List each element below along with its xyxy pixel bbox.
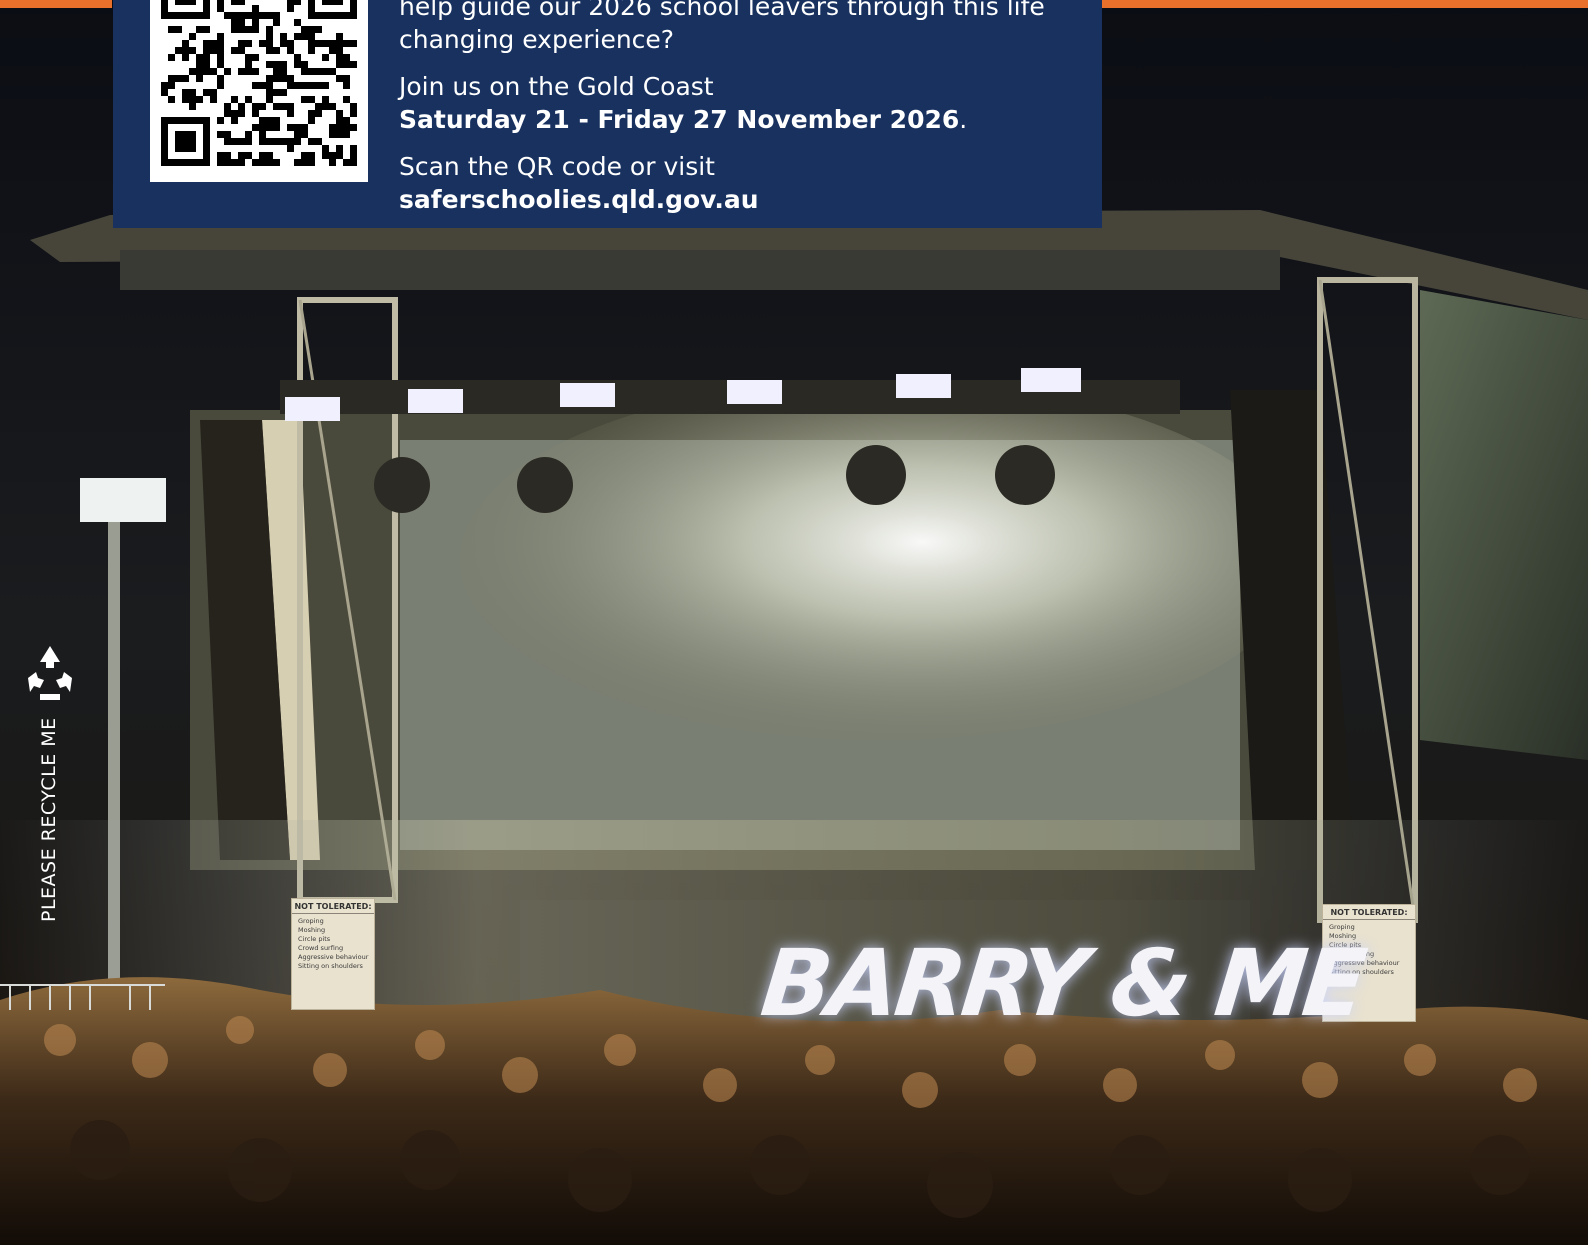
sign-item: Circle pits: [298, 935, 331, 943]
sign-title: NOT TOLERATED:: [292, 899, 374, 914]
accent-bar-right: [1102, 0, 1588, 8]
accent-bar-left: [0, 0, 112, 8]
intro-text: help guide our 2026 school leavers throu…: [399, 0, 1045, 54]
qr-code-icon[interactable]: [150, 0, 368, 182]
sign-item: Sitting on shoulders: [298, 962, 363, 970]
recycle-label: PLEASE RECYCLE ME: [38, 717, 60, 922]
website-link[interactable]: saferschoolies.qld.gov.au: [399, 185, 759, 214]
cta-prefix: Scan the QR code or visit: [399, 152, 715, 181]
sign-item: Crowd surfing: [298, 944, 344, 952]
event-dates: Saturday 21 - Friday 27 November 2026: [399, 105, 960, 134]
sign-item: Aggressive behaviour: [298, 953, 369, 961]
event-info-panel: help guide our 2026 school leavers throu…: [113, 0, 1102, 228]
sign-list: Groping Moshing Circle pits Crowd surfin…: [298, 917, 374, 971]
cta-text: Scan the QR code or visit saferschoolies…: [399, 150, 1079, 216]
recycle-icon: [28, 646, 72, 700]
sign-item: Groping: [298, 917, 324, 925]
event-dates-suffix: .: [959, 105, 968, 134]
location-text: Join us on the Gold Coast: [399, 72, 714, 101]
flyer-page: help guide our 2026 school leavers throu…: [0, 0, 1588, 1245]
sign-item: Moshing: [298, 926, 326, 934]
location-block: Join us on the Gold Coast Saturday 21 - …: [399, 70, 1079, 136]
stage-screen-text: BARRY & ME: [755, 920, 1367, 1048]
not-tolerated-sign-left: NOT TOLERATED: Groping Moshing Circle pi…: [291, 898, 375, 1010]
sign-title: NOT TOLERATED:: [1323, 905, 1415, 920]
event-info-text: help guide our 2026 school leavers throu…: [399, 0, 1079, 216]
